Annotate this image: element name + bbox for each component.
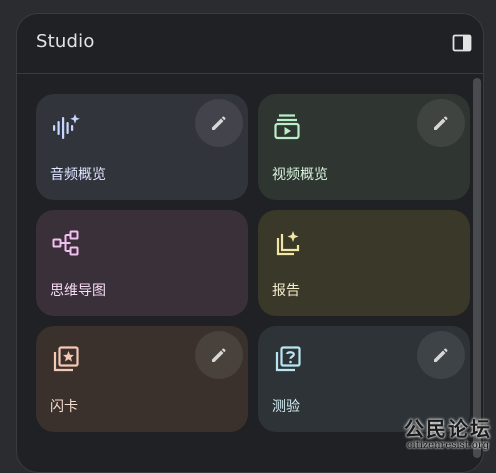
card-audio-overview[interactable]: 音频概览 [36, 94, 248, 200]
card-label: 测验 [272, 396, 300, 416]
watermark: 公民论坛 citizenresist.org [404, 413, 492, 451]
mind-map-icon [51, 228, 81, 258]
pencil-icon [209, 345, 229, 365]
pencil-icon [431, 345, 451, 365]
collapse-panel-button[interactable] [451, 32, 473, 54]
video-playlist-icon [273, 112, 303, 142]
card-mind-map[interactable]: 思维导图 [36, 210, 248, 316]
studio-panel: Studio 音频概览 [16, 13, 484, 473]
card-flashcards[interactable]: 闪卡 [36, 326, 248, 432]
edit-button[interactable] [417, 331, 465, 379]
pencil-icon [431, 113, 451, 133]
quiz-question-icon [273, 344, 303, 374]
edit-button[interactable] [195, 99, 243, 147]
card-video-overview[interactable]: 视频概览 [258, 94, 470, 200]
side-panel-icon [451, 32, 473, 54]
card-label: 思维导图 [50, 280, 106, 300]
report-sparkle-icon [273, 228, 303, 258]
card-label: 报告 [272, 280, 300, 300]
card-label: 音频概览 [50, 164, 106, 184]
watermark-title: 公民论坛 [404, 413, 492, 442]
flashcard-star-icon [51, 344, 81, 374]
edit-button[interactable] [195, 331, 243, 379]
edit-button[interactable] [417, 99, 465, 147]
panel-title: Studio [36, 31, 95, 52]
pencil-icon [209, 113, 229, 133]
card-label: 闪卡 [50, 396, 78, 416]
audio-sparkle-icon [51, 112, 81, 142]
scrollbar[interactable] [473, 78, 481, 458]
panel-header: Studio [17, 14, 483, 74]
watermark-url: citizenresist.org [404, 440, 492, 451]
card-report[interactable]: 报告 [258, 210, 470, 316]
card-label: 视频概览 [272, 164, 328, 184]
